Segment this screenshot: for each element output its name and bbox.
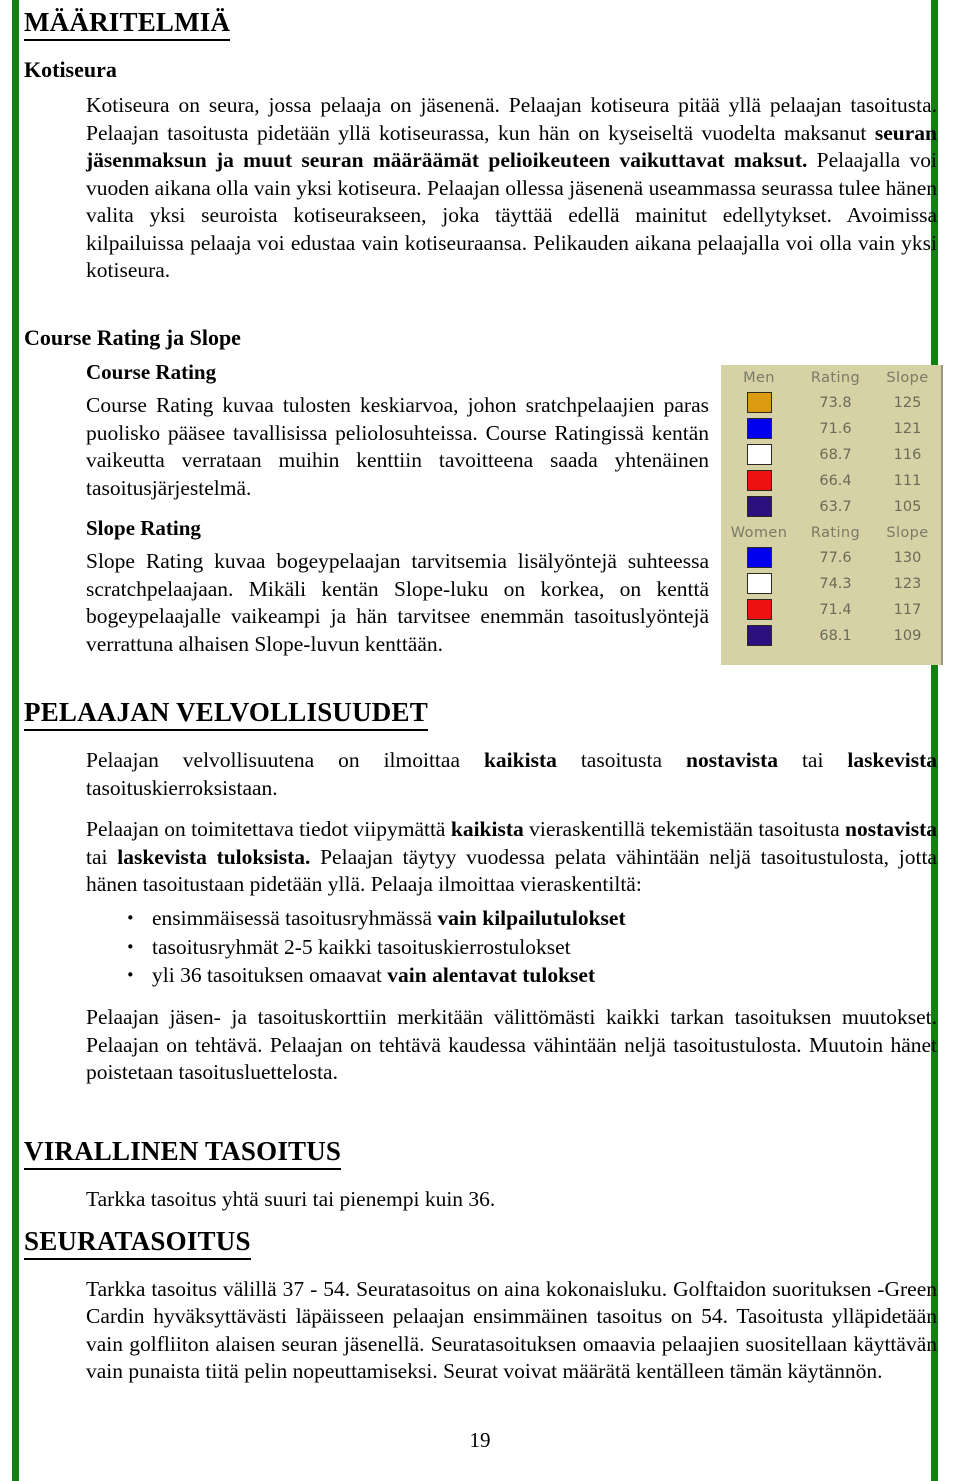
bullet-1-bold: vain kilpailutulokset: [437, 905, 626, 930]
duties2-f: laskevista tuloksista.: [117, 844, 311, 869]
table-row: 68.7 116: [721, 442, 941, 468]
rating-value: 66.4: [819, 472, 852, 489]
table-row: 71.6 121: [721, 416, 941, 442]
duties1-c: tasoitusta: [556, 747, 686, 772]
paragraph-club-handicap: Tarkka tasoitus välillä 37 - 54. Seurata…: [86, 1276, 937, 1384]
bullet-1-plain: ensimmäisessä tasoitusryhmässä: [152, 905, 438, 930]
course-rating-table-image: Men Rating Slope 73.8 125 71.6 121 68.7 …: [721, 364, 943, 665]
list-item: ensimmäisessä tasoitusryhmässä vain kilp…: [126, 901, 937, 935]
duties2-b: kaikista: [450, 817, 524, 842]
col-header-men-slope: Slope: [886, 369, 929, 386]
duties-bullet-list: ensimmäisessä tasoitusryhmässä vain kilp…: [24, 901, 937, 993]
page-content: MÄÄRITELMIÄ Kotiseura Kotiseura on seura…: [24, 7, 943, 1400]
rating-value: 74.3: [819, 575, 852, 592]
slope-value: 117: [893, 601, 922, 618]
slope-value: 109: [893, 627, 922, 644]
table-header-women: Women Rating Slope: [721, 520, 941, 545]
rating-value: 73.8: [819, 394, 852, 411]
duties1-g: tasoituskierroksistaan.: [86, 775, 278, 800]
rating-value: 77.6: [819, 549, 852, 566]
slope-value: 105: [893, 498, 922, 515]
duties2-c: vieraskentillä tekemistään tasoitusta: [523, 817, 846, 842]
rating-value: 71.6: [819, 420, 852, 437]
heading-definitions: MÄÄRITELMIÄ: [24, 7, 231, 41]
tee-color-swatch: [721, 597, 797, 623]
table-row: 74.3 123: [721, 571, 941, 597]
table-row: 73.8 125: [721, 390, 941, 416]
duties2-e: tai: [86, 844, 118, 869]
definitions-section: MÄÄRITELMIÄ: [24, 7, 937, 51]
heading-player-duties: PELAAJAN VELVOLLISUUDET: [24, 698, 428, 731]
table-row: 68.1 109: [721, 623, 941, 649]
official-handicap-section: VIRALLINEN TASOITUS: [24, 1136, 937, 1180]
kotiseura-text-a: Kotiseura on seura, jossa pelaaja on jäs…: [86, 92, 937, 145]
course-rating-block: Men Rating Slope 73.8 125 71.6 121 68.7 …: [24, 360, 943, 665]
duties2-a: Pelaajan on toimitettava tiedot viipymät…: [86, 817, 451, 842]
slope-value: 116: [893, 446, 922, 463]
duties1-e: tai: [777, 747, 848, 772]
tee-color-swatch: [721, 494, 797, 520]
document-page: MÄÄRITELMIÄ Kotiseura Kotiseura on seura…: [0, 0, 960, 1481]
paragraph-course-rating: Course Rating kuvaa tulosten keskiarvoa,…: [86, 393, 709, 500]
slope-value: 121: [893, 420, 922, 437]
bullet-3-plain: yli 36 tasoituksen omaavat: [152, 963, 388, 988]
player-duties-section: PELAAJAN VELVOLLISUUDET: [24, 698, 937, 741]
duties1-b: kaikista: [483, 747, 557, 772]
rating-slope-table: Men Rating Slope 73.8 125 71.6 121 68.7 …: [721, 365, 941, 649]
col-header-men: Men: [743, 369, 775, 386]
table-row: 71.4 117: [721, 597, 941, 623]
slope-value: 125: [893, 394, 922, 411]
rating-value: 68.1: [819, 627, 852, 644]
table-row: 63.7 105: [721, 494, 941, 520]
heading-official-handicap: VIRALLINEN TASOITUS: [24, 1136, 342, 1170]
page-number: 19: [469, 1428, 491, 1452]
paragraph-official-handicap: Tarkka tasoitus yhtä suuri tai pienempi …: [86, 1186, 496, 1211]
table-row: 66.4 111: [721, 468, 941, 494]
tee-color-swatch: [721, 623, 797, 649]
heading-club-handicap: SEURATASOITUS: [24, 1226, 251, 1260]
paragraph-kotiseura: Kotiseura on seura, jossa pelaaja on jäs…: [86, 92, 937, 285]
club-handicap-section: SEURATASOITUS: [24, 1226, 937, 1270]
duties1-a: Pelaajan velvollisuutena on ilmoittaa: [86, 747, 484, 772]
table-row: 77.6 130: [721, 545, 941, 571]
tee-color-swatch: [721, 416, 797, 442]
bullet-3-bold: vain alentavat tulokset: [387, 963, 596, 988]
col-header-women-rating: Rating: [810, 524, 861, 541]
tee-color-swatch: [721, 545, 797, 571]
tee-color-swatch: [721, 571, 797, 597]
paragraph-duties-1: Pelaajan velvollisuutena on ilmoittaa ka…: [86, 747, 937, 802]
paragraph-duties-2: Pelaajan on toimitettava tiedot viipymät…: [86, 816, 937, 899]
tee-color-swatch: [721, 468, 797, 494]
duties1-d: nostavista: [686, 747, 778, 772]
rating-value: 71.4: [819, 601, 852, 618]
rating-value: 63.7: [819, 498, 852, 515]
list-item: yli 36 tasoituksen omaavat vain alentava…: [126, 958, 937, 992]
heading-kotiseura: Kotiseura: [24, 56, 117, 82]
col-header-women-slope: Slope: [886, 524, 929, 541]
tee-color-swatch: [721, 442, 797, 468]
paragraph-duties-3: Pelaajan jäsen- ja tasoituskorttiin merk…: [86, 1005, 937, 1085]
rating-value: 68.7: [819, 446, 852, 463]
slope-value: 111: [893, 472, 922, 489]
col-header-men-rating: Rating: [810, 369, 861, 386]
paragraph-slope-rating: Slope Rating kuvaa bogeypelaajan tarvits…: [86, 549, 709, 656]
bullet-2-plain: tasoitusryhmät 2-5 kaikki tasoituskierro…: [152, 934, 571, 959]
slope-value: 130: [893, 549, 922, 566]
heading-course-rating-slope: Course Rating ja Slope: [24, 324, 241, 350]
duties1-f: laskevista: [847, 747, 937, 772]
left-green-rule: [12, 0, 19, 1481]
col-header-women: Women: [730, 524, 788, 541]
tee-color-swatch: [721, 390, 797, 416]
slope-value: 123: [893, 575, 922, 592]
duties2-d: nostavista: [845, 817, 937, 842]
table-header-men: Men Rating Slope: [721, 365, 941, 390]
list-item: tasoitusryhmät 2-5 kaikki tasoituskierro…: [126, 930, 937, 964]
